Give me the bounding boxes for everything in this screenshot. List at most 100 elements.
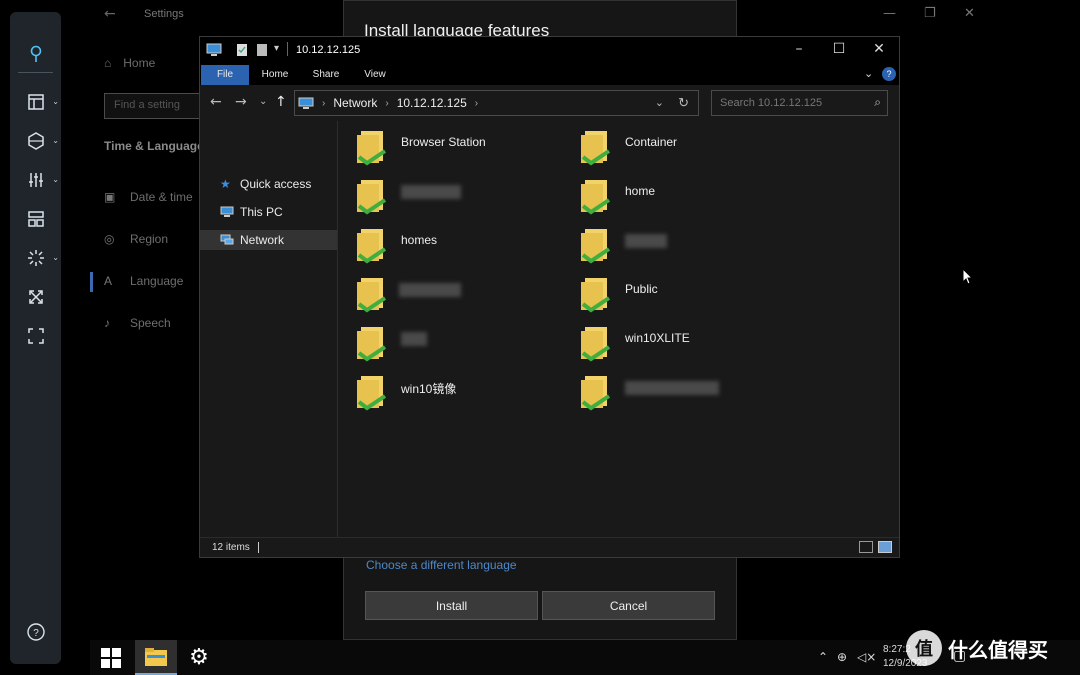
nav-network[interactable]: Network bbox=[200, 230, 337, 250]
nav-region[interactable]: ◎ Region bbox=[104, 232, 168, 246]
grid-layout-icon[interactable] bbox=[10, 202, 61, 236]
redacted-name bbox=[401, 185, 461, 199]
computer-icon bbox=[206, 43, 222, 56]
nav-this-pc[interactable]: This PC bbox=[200, 202, 337, 222]
customize-toolbar-icon[interactable]: ▾ bbox=[274, 43, 279, 54]
shared-folder[interactable] bbox=[355, 176, 555, 220]
shared-folder-icon bbox=[357, 180, 387, 215]
file-explorer-window: ▾ 10.12.12.125 – ☐ ✕ File Home Share Vie… bbox=[199, 36, 900, 558]
recent-locations-icon[interactable]: ⌄ bbox=[259, 96, 267, 107]
breadcrumb-chevron-icon: › bbox=[385, 97, 389, 109]
loading-icon[interactable]: ⌄ bbox=[10, 241, 61, 275]
shared-folder[interactable] bbox=[355, 323, 555, 367]
search-input[interactable]: Search 10.12.12.125 ⌕ bbox=[711, 90, 888, 116]
large-icons-view-icon[interactable] bbox=[878, 541, 892, 553]
install-button[interactable]: Install bbox=[365, 591, 538, 620]
shared-folder[interactable]: win10XLITE bbox=[579, 323, 779, 367]
tab-share[interactable]: Share bbox=[306, 65, 346, 85]
close-icon[interactable]: ✕ bbox=[869, 41, 889, 57]
remote-desktop-toolbar: ⌄ ⌄ ⌄ ⌄ ? bbox=[10, 12, 61, 664]
shared-folder-icon bbox=[581, 131, 611, 166]
breadcrumb-host[interactable]: 10.12.12.125 bbox=[397, 96, 467, 110]
breadcrumb-network[interactable]: Network bbox=[333, 96, 377, 110]
sliders-icon[interactable]: ⌄ bbox=[10, 163, 61, 197]
active-indicator bbox=[90, 272, 93, 292]
computer-icon bbox=[220, 206, 234, 217]
item-count: 12 items bbox=[212, 542, 250, 553]
shared-folder-icon bbox=[357, 376, 387, 411]
shared-folder-icon bbox=[357, 278, 387, 313]
pin-icon[interactable] bbox=[10, 37, 61, 71]
address-dropdown-icon[interactable]: ⌄ bbox=[655, 96, 664, 109]
nav-language[interactable]: A Language bbox=[104, 274, 183, 288]
settings-taskbar-button[interactable]: ⚙ bbox=[179, 640, 219, 675]
folder-name: win10XLITE bbox=[625, 331, 690, 345]
tab-file[interactable]: File bbox=[201, 65, 249, 85]
cube-icon[interactable]: ⌄ bbox=[10, 124, 61, 158]
new-folder-icon[interactable] bbox=[256, 43, 268, 57]
properties-icon[interactable] bbox=[236, 43, 248, 57]
minimize-icon[interactable]: — bbox=[883, 6, 896, 21]
fullscreen-icon[interactable] bbox=[10, 319, 61, 353]
shared-folder[interactable] bbox=[355, 274, 555, 318]
choose-language-link[interactable]: Choose a different language bbox=[366, 558, 517, 572]
shared-folder-icon bbox=[581, 278, 611, 313]
cancel-button[interactable]: Cancel bbox=[542, 591, 715, 620]
up-icon[interactable]: ↑ bbox=[275, 94, 287, 110]
redacted-name bbox=[399, 283, 461, 297]
expand-ribbon-icon[interactable]: ⌄ bbox=[864, 67, 873, 80]
shared-folder[interactable] bbox=[579, 372, 779, 416]
tab-view[interactable]: View bbox=[355, 65, 395, 85]
speaker-muted-icon[interactable]: ◁× bbox=[857, 650, 876, 664]
help-icon[interactable]: ? bbox=[882, 67, 896, 81]
layout-icon[interactable]: ⌄ bbox=[10, 85, 61, 119]
search-icon: ⌕ bbox=[874, 95, 881, 109]
section-heading: Time & Language bbox=[104, 139, 204, 153]
redacted-name bbox=[625, 381, 719, 395]
text-cursor bbox=[258, 542, 259, 553]
tab-home[interactable]: Home bbox=[255, 65, 295, 85]
folder-content-pane: Browser Station homes win10镜像 Container bbox=[339, 121, 899, 537]
chevron-up-icon[interactable]: ⌃ bbox=[818, 650, 828, 664]
microphone-icon: ♪ bbox=[104, 316, 110, 330]
folder-icon bbox=[145, 647, 167, 666]
folder-name: Container bbox=[625, 135, 678, 149]
ribbon-tabs: File Home Share View ⌄ ? bbox=[200, 65, 899, 85]
details-view-icon[interactable] bbox=[859, 541, 873, 553]
star-icon: ★ bbox=[220, 177, 231, 191]
folder-name: Browser Station bbox=[401, 135, 486, 149]
svg-text:?: ? bbox=[33, 628, 39, 639]
close-icon[interactable]: ✕ bbox=[964, 6, 975, 21]
folder-name: homes bbox=[401, 233, 438, 247]
shared-folder-icon bbox=[357, 327, 387, 362]
status-bar: 12 items bbox=[200, 537, 899, 557]
network-globe-icon[interactable]: ⊕ bbox=[837, 650, 847, 664]
start-button[interactable] bbox=[90, 640, 132, 675]
home-icon: ⌂ bbox=[104, 56, 112, 70]
shared-folder[interactable]: homes bbox=[355, 225, 555, 269]
back-icon[interactable]: ← bbox=[210, 94, 222, 110]
breadcrumb-chevron-icon: › bbox=[474, 97, 479, 109]
nav-speech[interactable]: ♪ Speech bbox=[104, 316, 171, 330]
restore-icon[interactable]: ❐ bbox=[924, 6, 936, 21]
settings-title: Settings bbox=[144, 8, 184, 20]
shared-folder[interactable]: home bbox=[579, 176, 779, 220]
nav-home[interactable]: ⌂ Home bbox=[104, 56, 155, 70]
forward-icon[interactable]: → bbox=[235, 94, 247, 110]
shared-folder[interactable]: Browser Station bbox=[355, 127, 555, 171]
refresh-icon[interactable]: ↻ bbox=[678, 95, 689, 111]
address-bar[interactable]: › Network › 10.12.12.125 › ⌄ ↻ bbox=[294, 90, 699, 116]
maximize-icon[interactable]: ☐ bbox=[829, 41, 849, 57]
file-explorer-taskbar-button[interactable] bbox=[135, 640, 177, 675]
nav-quick-access[interactable]: ★ Quick access bbox=[200, 174, 337, 194]
network-icon bbox=[220, 234, 234, 245]
nav-date-time[interactable]: ▣ Date & time bbox=[104, 190, 193, 204]
minimize-icon[interactable]: – bbox=[789, 41, 809, 57]
expand-arrows-icon[interactable] bbox=[10, 280, 61, 314]
shared-folder[interactable]: Public bbox=[579, 274, 779, 318]
back-arrow-icon[interactable]: ← bbox=[104, 6, 116, 22]
shared-folder[interactable] bbox=[579, 225, 779, 269]
help-icon[interactable]: ? bbox=[10, 615, 61, 649]
shared-folder[interactable]: win10镜像 bbox=[355, 372, 555, 416]
shared-folder[interactable]: Container bbox=[579, 127, 779, 171]
